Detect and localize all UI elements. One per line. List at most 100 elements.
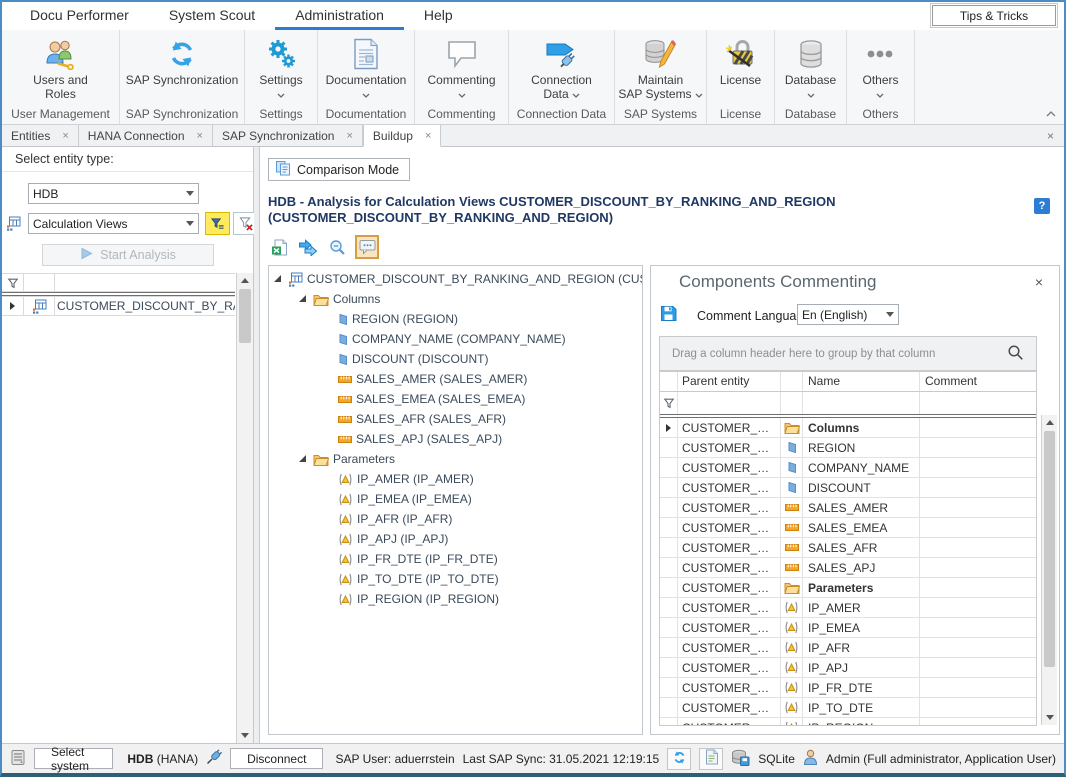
- menu-item-docu-performer[interactable]: Docu Performer: [10, 2, 149, 30]
- ribbon-button-documentation[interactable]: Documentation: [326, 30, 407, 104]
- cell-comment[interactable]: [920, 438, 1036, 457]
- ribbon-button-sap-synchronization[interactable]: SAP Synchronization: [126, 30, 239, 104]
- collapse-ribbon-icon[interactable]: [1046, 106, 1056, 120]
- funnel-icon[interactable]: [2, 274, 24, 291]
- ribbon-button-connection-data[interactable]: ConnectionData: [531, 30, 592, 104]
- tree-item-sales_afr[interactable]: SALES_AFR (SALES_AFR): [269, 409, 642, 429]
- cell-comment[interactable]: [920, 458, 1036, 477]
- table-row[interactable]: CUSTOMER_DISCOUNT_BY_RANKING_AND_REGIONC…: [660, 458, 1036, 478]
- tree-item-ip_to_dte[interactable]: IP_TO_DTE (IP_TO_DTE): [269, 569, 642, 589]
- tips-and-tricks-button[interactable]: Tips & Tricks: [932, 5, 1056, 26]
- expand-collapse-icon[interactable]: [273, 274, 283, 284]
- tree-item-sales_amer[interactable]: SALES_AMER (SALES_AMER): [269, 369, 642, 389]
- start-analysis-button[interactable]: Start Analysis: [42, 244, 214, 266]
- table-filter-row[interactable]: [660, 392, 1036, 414]
- cell-comment[interactable]: [920, 558, 1036, 577]
- ribbon-button-settings[interactable]: Settings: [259, 30, 302, 104]
- cell-comment[interactable]: [920, 658, 1036, 677]
- tree-item-columns[interactable]: Columns: [269, 289, 642, 309]
- scroll-up-icon[interactable]: [1046, 420, 1054, 425]
- scroll-up-icon[interactable]: [241, 278, 249, 283]
- tree-item-ip_apj[interactable]: IP_APJ (IP_APJ): [269, 529, 642, 549]
- cell-comment[interactable]: [920, 598, 1036, 617]
- tree-item-discount[interactable]: DISCOUNT (DISCOUNT): [269, 349, 642, 369]
- ribbon-button-users-and-roles[interactable]: Users andRoles: [33, 30, 88, 104]
- tree-item-ip_region[interactable]: IP_REGION (IP_REGION): [269, 589, 642, 609]
- ribbon-button-commenting[interactable]: Commenting: [427, 30, 495, 104]
- table-row[interactable]: CUSTOMER_DISCOUNT_BY_RANKING_AND_REGIOND…: [660, 478, 1036, 498]
- funnel-icon[interactable]: [660, 392, 678, 414]
- entity-type-combo[interactable]: Calculation Views: [28, 213, 199, 234]
- save-icon[interactable]: [660, 305, 677, 325]
- cell-comment[interactable]: [920, 418, 1036, 437]
- export-excel-button[interactable]: [268, 236, 290, 258]
- table-row[interactable]: CUSTOMER_DISCOUNT_BY_RANKING_AND_REGIONS…: [660, 498, 1036, 518]
- sync-log-button[interactable]: [699, 748, 723, 770]
- column-header-name[interactable]: Name: [803, 372, 920, 391]
- disconnect-button[interactable]: Disconnect: [230, 748, 323, 769]
- group-by-bar[interactable]: Drag a column header here to group by th…: [659, 336, 1037, 371]
- column-header-comment[interactable]: Comment: [920, 372, 1036, 391]
- tree-item-sales_apj[interactable]: SALES_APJ (SALES_APJ): [269, 429, 642, 449]
- tree-item-ip_amer[interactable]: IP_AMER (IP_AMER): [269, 469, 642, 489]
- entity-grid-scrollbar[interactable]: [236, 273, 253, 743]
- ribbon-button-others[interactable]: Others: [862, 30, 898, 104]
- tree-item-ip_fr_dte[interactable]: IP_FR_DTE (IP_FR_DTE): [269, 549, 642, 569]
- close-icon[interactable]: ×: [1047, 129, 1054, 143]
- expand-collapse-icon[interactable]: [298, 294, 308, 304]
- tree-item-ip_emea[interactable]: IP_EMEA (IP_EMEA): [269, 489, 642, 509]
- scroll-down-icon[interactable]: [241, 733, 249, 738]
- close-tab-icon[interactable]: ×: [346, 130, 352, 142]
- tab-hana-connection[interactable]: HANA Connection×: [79, 125, 213, 146]
- table-row[interactable]: CUSTOMER_DISCOUNT_BY_RANKING_AND_REGIONC…: [660, 418, 1036, 438]
- select-system-button[interactable]: Select system: [34, 748, 113, 769]
- close-icon[interactable]: ×: [1035, 274, 1043, 290]
- table-row[interactable]: CUSTOMER_DISCOUNT_BY_RANKING_AND_REGIONI…: [660, 638, 1036, 658]
- cell-comment[interactable]: [920, 618, 1036, 637]
- commenting-table-scrollbar[interactable]: [1041, 415, 1057, 725]
- table-row[interactable]: CUSTOMER_DISCOUNT_BY_RANKING_AND_REGIONI…: [660, 678, 1036, 698]
- tree-item-ip_afr[interactable]: IP_AFR (IP_AFR): [269, 509, 642, 529]
- tree-item-region[interactable]: REGION (REGION): [269, 309, 642, 329]
- cell-comment[interactable]: [920, 498, 1036, 517]
- cell-comment[interactable]: [920, 538, 1036, 557]
- tab-buildup[interactable]: Buildup×: [363, 125, 441, 147]
- tree-item-company_name[interactable]: COMPANY_NAME (COMPANY_NAME): [269, 329, 642, 349]
- table-row[interactable]: CUSTOMER_DISCOUNT_BY_RANKING_AND_REGIONI…: [660, 698, 1036, 718]
- table-row[interactable]: CUSTOMER_DISCOUNT_BY_RANKING_AND_REGIONS…: [660, 538, 1036, 558]
- table-row[interactable]: CUSTOMER_DISCOUNT_BY_RANKING_AND_REGIONI…: [660, 598, 1036, 618]
- table-row[interactable]: CUSTOMER_DISCOUNT_BY_RANKING_AND_REGIONR…: [660, 438, 1036, 458]
- tab-sap-synchronization[interactable]: SAP Synchronization×: [213, 125, 363, 146]
- cell-comment[interactable]: [920, 718, 1036, 726]
- menu-item-system-scout[interactable]: System Scout: [149, 2, 275, 30]
- cell-comment[interactable]: [920, 698, 1036, 717]
- refresh-sync-button[interactable]: [667, 748, 691, 770]
- close-tab-icon[interactable]: ×: [197, 130, 203, 142]
- system-combo[interactable]: HDB: [28, 183, 199, 204]
- table-row[interactable]: CUSTOMER_DISCOUNT_BY_RANKING_AND_REGIONI…: [660, 658, 1036, 678]
- tree-item-parameters[interactable]: Parameters: [269, 449, 642, 469]
- table-row[interactable]: CUSTOMER_DISCOUNT_BY_RANKING_AND_REGIONS…: [660, 518, 1036, 538]
- expand-collapse-icon[interactable]: [298, 454, 308, 464]
- comment-language-combo[interactable]: En (English): [797, 304, 899, 325]
- cell-comment[interactable]: [920, 578, 1036, 597]
- scroll-thumb[interactable]: [239, 289, 251, 343]
- search-icon[interactable]: [1007, 344, 1024, 364]
- cell-comment[interactable]: [920, 678, 1036, 697]
- column-header-parent-entity[interactable]: Parent entity: [678, 372, 781, 391]
- zoom-button[interactable]: [326, 236, 348, 258]
- apply-filter-button[interactable]: [205, 212, 230, 235]
- help-icon[interactable]: ?: [1034, 198, 1050, 214]
- menu-item-help[interactable]: Help: [404, 2, 473, 30]
- ribbon-button-database[interactable]: Database: [785, 30, 836, 104]
- cell-comment[interactable]: [920, 478, 1036, 497]
- tree-item-customer_discount_by_ranking_and_region[interactable]: CUSTOMER_DISCOUNT_BY_RANKING_AND_REGION …: [269, 269, 642, 289]
- table-row[interactable]: CUSTOMER_DISCOUNT_BY_RANKING_AND_REGIONI…: [660, 618, 1036, 638]
- menu-item-administration[interactable]: Administration: [275, 2, 404, 30]
- commenting-toggle-button[interactable]: [355, 235, 379, 259]
- scroll-down-icon[interactable]: [1046, 715, 1054, 720]
- cell-comment[interactable]: [920, 518, 1036, 537]
- table-row[interactable]: CUSTOMER_DISCOUNT_BY_RANKING_AND_REGIONS…: [660, 558, 1036, 578]
- close-tab-icon[interactable]: ×: [62, 130, 68, 142]
- grid-filter-row[interactable]: [2, 273, 235, 292]
